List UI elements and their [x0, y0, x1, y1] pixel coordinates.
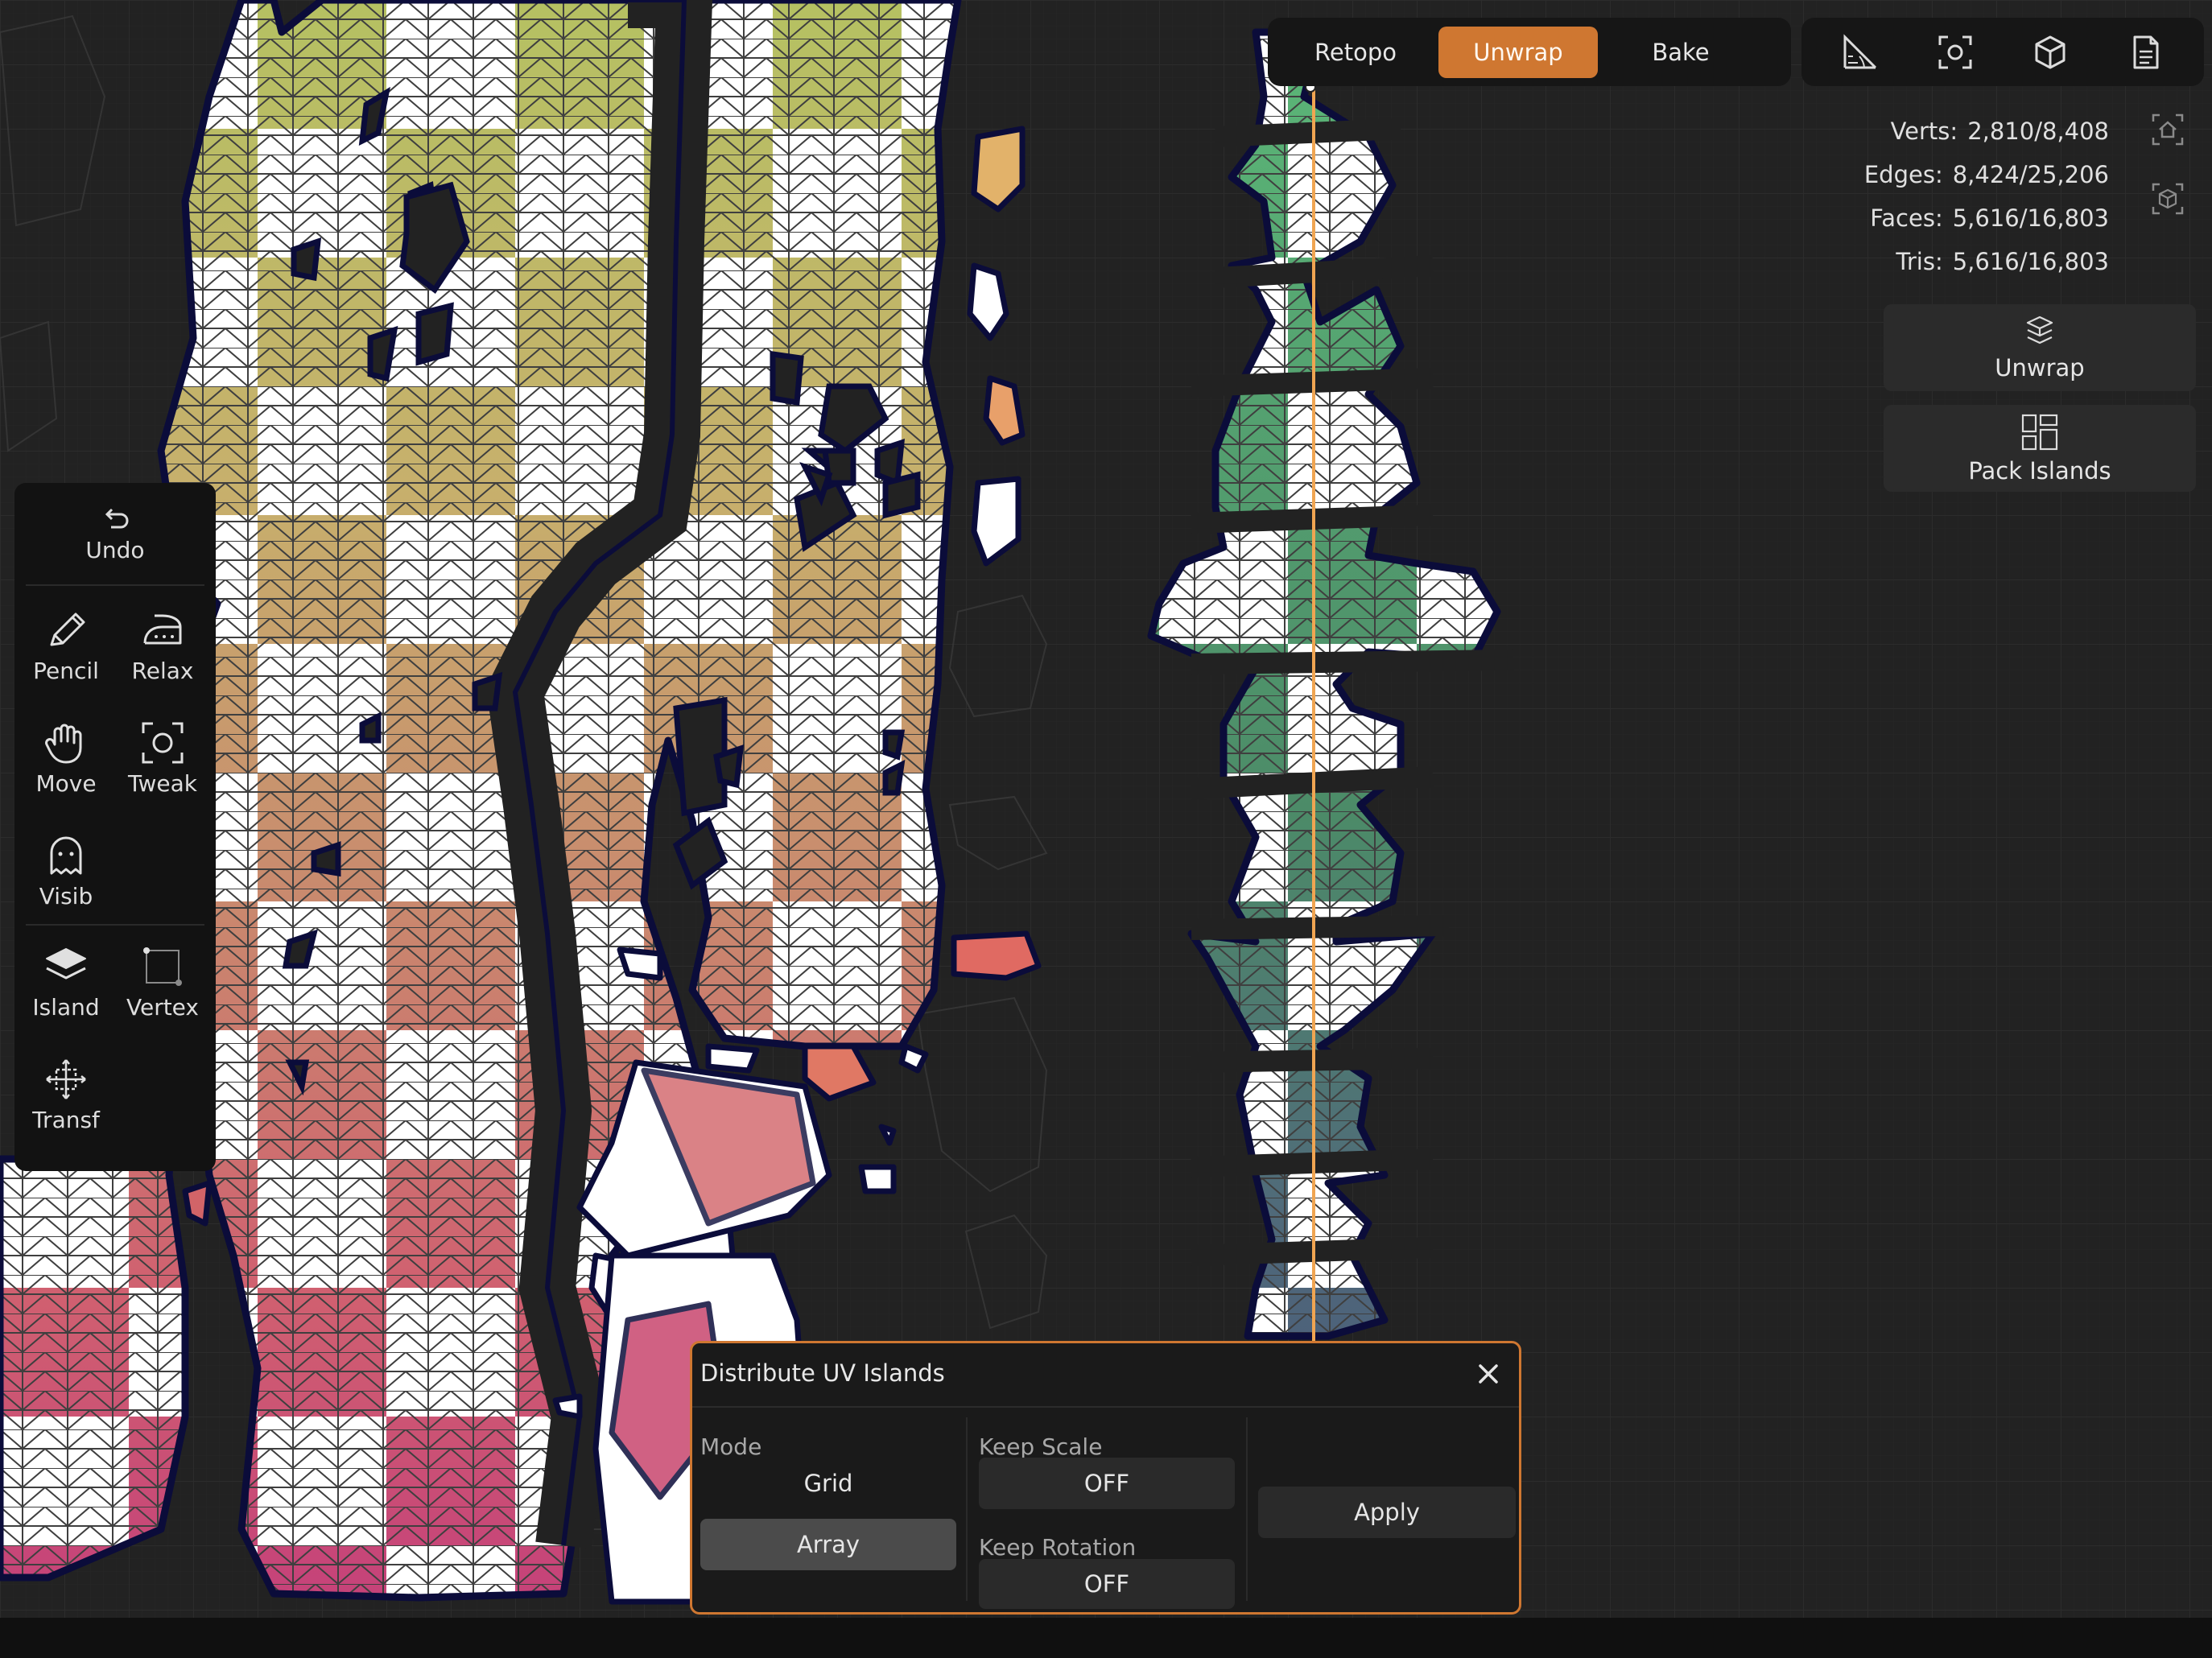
stat-verts-value: 2,810/8,408 [1967, 118, 2109, 145]
document-icon[interactable] [2119, 27, 2171, 78]
tool-transf[interactable]: Transf [19, 1046, 113, 1143]
stat-edges-label: Edges: [1863, 161, 1943, 188]
bottom-strip [0, 1618, 2212, 1658]
relax-label: Relax [131, 657, 194, 684]
stat-faces: Faces: 5,616/16,803 [1864, 196, 2109, 240]
cube-icon[interactable] [2024, 27, 2076, 78]
tool-vertex[interactable]: Vertex [115, 934, 210, 1030]
unwrap-icon [2026, 316, 2053, 344]
tweak-label: Tweak [128, 769, 197, 797]
move-label: Move [35, 769, 97, 797]
undo-label: Undo [85, 536, 145, 563]
pencil-label: Pencil [33, 657, 99, 684]
mesh-stats: Verts: 2,810/8,408 Edges: 8,424/25,206 Fac… [1864, 109, 2109, 283]
stat-faces-value: 5,616/16,803 [1952, 204, 2109, 232]
unwrap-button[interactable]: Unwrap [1884, 304, 2196, 391]
dialog-column-divider [1246, 1417, 1248, 1601]
dialog-column-divider [966, 1417, 968, 1601]
stat-tris: Tris: 5,616/16,803 [1864, 240, 2109, 283]
keep-scale-label: Keep Scale [979, 1433, 1103, 1460]
iron-icon [143, 614, 182, 644]
keep-rotation-label: Keep Rotation [979, 1534, 1137, 1561]
tool-relax[interactable]: Relax [115, 597, 210, 694]
focus-frame-icon[interactable] [1929, 27, 1981, 78]
dialog-title: Distribute UV Islands [700, 1359, 945, 1387]
pack-islands-icon [2021, 414, 2058, 451]
stat-faces-label: Faces: [1870, 204, 1943, 232]
stat-verts-label: Verts: [1890, 118, 1958, 145]
stat-tris-value: 5,616/16,803 [1952, 248, 2109, 275]
tool-visib[interactable]: Visib [19, 823, 113, 919]
transform-icon [46, 1058, 86, 1099]
stat-edges: Edges: 8,424/25,206 [1864, 153, 2109, 196]
pack-islands-label: Pack Islands [1968, 457, 2111, 485]
undo-button[interactable]: Undo [35, 491, 196, 579]
tool-pencil[interactable]: Pencil [19, 597, 113, 694]
tool-move[interactable]: Move [19, 710, 113, 806]
dialog-divider [692, 1406, 1519, 1408]
mode-option-grid[interactable]: Grid [700, 1458, 956, 1509]
tab-unwrap[interactable]: Unwrap [1438, 26, 1598, 78]
visib-label: Visib [39, 882, 93, 909]
tab-bake[interactable]: Bake [1601, 27, 1760, 78]
stat-edges-value: 8,424/25,206 [1952, 161, 2109, 188]
stat-verts: Verts: 2,810/8,408 [1864, 109, 2109, 153]
mode-switcher: Retopo Unwrap Bake [1268, 18, 1791, 86]
distribute-uv-islands-dialog: Distribute UV Islands Mode Grid Array Ke… [690, 1341, 1521, 1615]
mode-option-array[interactable]: Array [700, 1519, 956, 1570]
ghost-icon [50, 836, 82, 874]
layers-icon [46, 947, 86, 979]
tweak-icon [142, 722, 184, 763]
mode-label: Mode [700, 1433, 762, 1460]
tab-retopo[interactable]: Retopo [1276, 27, 1435, 78]
transf-label: Transf [32, 1106, 100, 1133]
pencil-icon [50, 612, 85, 645]
unwrap-button-label: Unwrap [1995, 354, 2085, 382]
tool-tweak[interactable]: Tweak [115, 710, 210, 806]
island-label: Island [32, 993, 100, 1021]
tool-palette: Undo Pencil Relax Move Tweak Visib Islan… [14, 483, 216, 1171]
keep-rotation-toggle[interactable]: OFF [979, 1559, 1235, 1609]
apply-button[interactable]: Apply [1258, 1487, 1516, 1538]
pack-islands-button[interactable]: Pack Islands [1884, 405, 2196, 492]
close-icon[interactable] [1472, 1358, 1504, 1390]
tool-island[interactable]: Island [19, 934, 113, 1030]
vertex-label: Vertex [126, 993, 199, 1021]
measure-icon[interactable] [1834, 27, 1886, 78]
view-toolbar [1801, 18, 2204, 86]
wireframe-cube-icon[interactable] [2148, 179, 2188, 219]
vertex-icon [143, 947, 182, 986]
stat-tris-label: Tris: [1896, 248, 1943, 275]
toolbar-divider [26, 924, 204, 926]
toolbar-divider [26, 584, 204, 586]
hand-icon [45, 724, 82, 763]
home-view-icon[interactable] [2148, 109, 2188, 150]
keep-scale-toggle[interactable]: OFF [979, 1458, 1235, 1509]
undo-icon [105, 508, 129, 528]
